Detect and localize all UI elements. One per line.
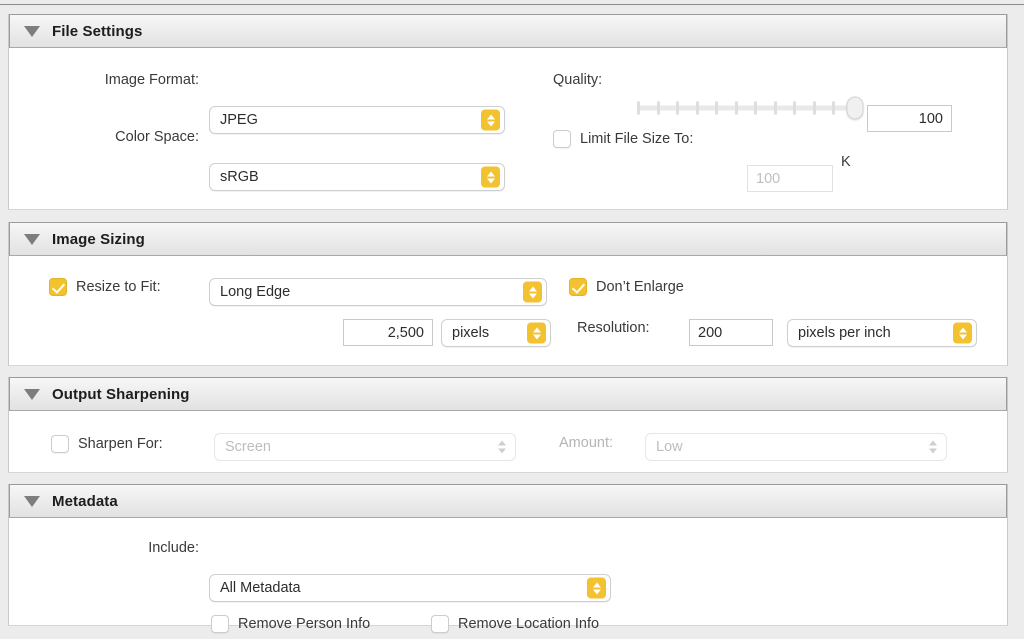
stepper-icon[interactable]	[481, 109, 500, 131]
limit-file-size-row[interactable]: Limit File Size To:	[553, 130, 693, 148]
chevron-updown-icon	[929, 440, 937, 454]
sharpen-for-row[interactable]: Sharpen For:	[51, 435, 163, 453]
stepper-icon[interactable]	[953, 322, 972, 344]
sharpen-for-label: Sharpen For:	[78, 436, 163, 452]
remove-person-info-checkbox[interactable]	[211, 615, 229, 633]
disclosure-triangle-icon[interactable]	[24, 25, 40, 37]
dont-enlarge-checkbox[interactable]	[569, 278, 587, 296]
amount-value: Low	[656, 439, 683, 455]
quality-slider[interactable]	[637, 96, 864, 120]
include-label: Include:	[148, 540, 199, 556]
disclosure-triangle-icon[interactable]	[24, 495, 40, 507]
section-title: File Settings	[52, 22, 143, 40]
include-select[interactable]: All Metadata	[209, 574, 611, 602]
quality-label-row: Quality:	[553, 72, 602, 88]
amount-label: Amount:	[559, 435, 613, 451]
resize-to-fit-checkbox[interactable]	[49, 278, 67, 296]
image-format-label-row: Image Format:	[9, 72, 199, 88]
color-space-value: sRGB	[220, 169, 259, 185]
include-label-row: Include:	[9, 540, 199, 556]
resolution-input[interactable]: 200	[689, 319, 773, 346]
remove-person-info-label: Remove Person Info	[238, 616, 371, 632]
image-format-value: JPEG	[220, 112, 258, 128]
resolution-label-row: Resolution:	[577, 320, 650, 336]
limit-file-size-unit: K	[841, 154, 851, 170]
remove-person-info-row[interactable]: Remove Person Info	[211, 615, 370, 633]
section-header-image-sizing[interactable]: Image Sizing	[9, 222, 1007, 256]
size-unit-value: pixels	[452, 325, 490, 341]
chevron-updown-icon	[498, 440, 506, 454]
section-title: Output Sharpening	[52, 385, 190, 403]
limit-file-size-label: Limit File Size To:	[580, 131, 694, 147]
slider-knob[interactable]	[846, 96, 864, 120]
limit-file-size-checkbox[interactable]	[553, 130, 571, 148]
limit-file-size-placeholder: 100	[756, 170, 781, 187]
top-divider	[0, 4, 1024, 5]
resolution-value: 200	[698, 324, 723, 341]
section-image-sizing: Image Sizing Resize to Fit: Long Edge Do…	[8, 222, 1008, 366]
section-file-settings: File Settings Image Format: JPEG Color S…	[8, 14, 1008, 210]
sharpen-for-select[interactable]: Screen	[214, 433, 516, 461]
limit-file-size-input[interactable]: 100	[747, 165, 833, 192]
size-unit-select[interactable]: pixels	[441, 319, 551, 347]
resize-to-fit-row[interactable]: Resize to Fit:	[49, 278, 161, 296]
remove-location-info-label: Remove Location Info	[458, 616, 600, 632]
resize-mode-value: Long Edge	[220, 284, 291, 300]
quality-label: Quality:	[553, 72, 603, 88]
include-value: All Metadata	[220, 580, 301, 596]
resize-to-fit-label: Resize to Fit:	[76, 279, 161, 295]
disclosure-triangle-icon[interactable]	[24, 233, 40, 245]
color-space-label: Color Space:	[115, 129, 199, 145]
slider-ticks	[637, 101, 855, 115]
section-header-file-settings[interactable]: File Settings	[9, 14, 1007, 48]
stepper-icon[interactable]	[587, 577, 606, 599]
section-header-output-sharpening[interactable]: Output Sharpening	[9, 377, 1007, 411]
section-title: Image Sizing	[52, 230, 145, 248]
resolution-unit-value: pixels per inch	[798, 325, 891, 341]
dont-enlarge-row[interactable]: Don’t Enlarge	[569, 278, 684, 296]
dont-enlarge-label: Don’t Enlarge	[596, 279, 684, 295]
section-output-sharpening: Output Sharpening Sharpen For: Screen Am…	[8, 377, 1008, 473]
remove-location-info-row[interactable]: Remove Location Info	[431, 615, 599, 633]
limit-file-size-unit-row: K	[841, 154, 851, 170]
size-input[interactable]: 2,500	[343, 319, 433, 346]
resize-mode-select[interactable]: Long Edge	[209, 278, 547, 306]
stepper-icon[interactable]	[527, 322, 546, 344]
sharpen-for-value: Screen	[225, 439, 271, 455]
quality-value-input[interactable]: 100	[867, 105, 952, 132]
image-format-select[interactable]: JPEG	[209, 106, 505, 134]
section-title: Metadata	[52, 492, 118, 510]
color-space-label-row: Color Space:	[9, 129, 199, 145]
sharpen-for-checkbox[interactable]	[51, 435, 69, 453]
color-space-select[interactable]: sRGB	[209, 163, 505, 191]
section-header-metadata[interactable]: Metadata	[9, 484, 1007, 518]
quality-value: 100	[918, 110, 943, 127]
resolution-label: Resolution:	[577, 320, 650, 336]
resolution-unit-select[interactable]: pixels per inch	[787, 319, 977, 347]
disclosure-triangle-icon[interactable]	[24, 388, 40, 400]
remove-location-info-checkbox[interactable]	[431, 615, 449, 633]
section-metadata: Metadata Include: All Metadata Remove Pe…	[8, 484, 1008, 633]
image-format-label: Image Format:	[104, 72, 199, 88]
amount-label-row: Amount:	[559, 435, 613, 451]
export-settings-panel: File Settings Image Format: JPEG Color S…	[0, 0, 1024, 639]
stepper-icon[interactable]	[481, 166, 500, 188]
stepper-icon[interactable]	[523, 281, 542, 303]
size-value: 2,500	[387, 324, 424, 341]
amount-select[interactable]: Low	[645, 433, 947, 461]
